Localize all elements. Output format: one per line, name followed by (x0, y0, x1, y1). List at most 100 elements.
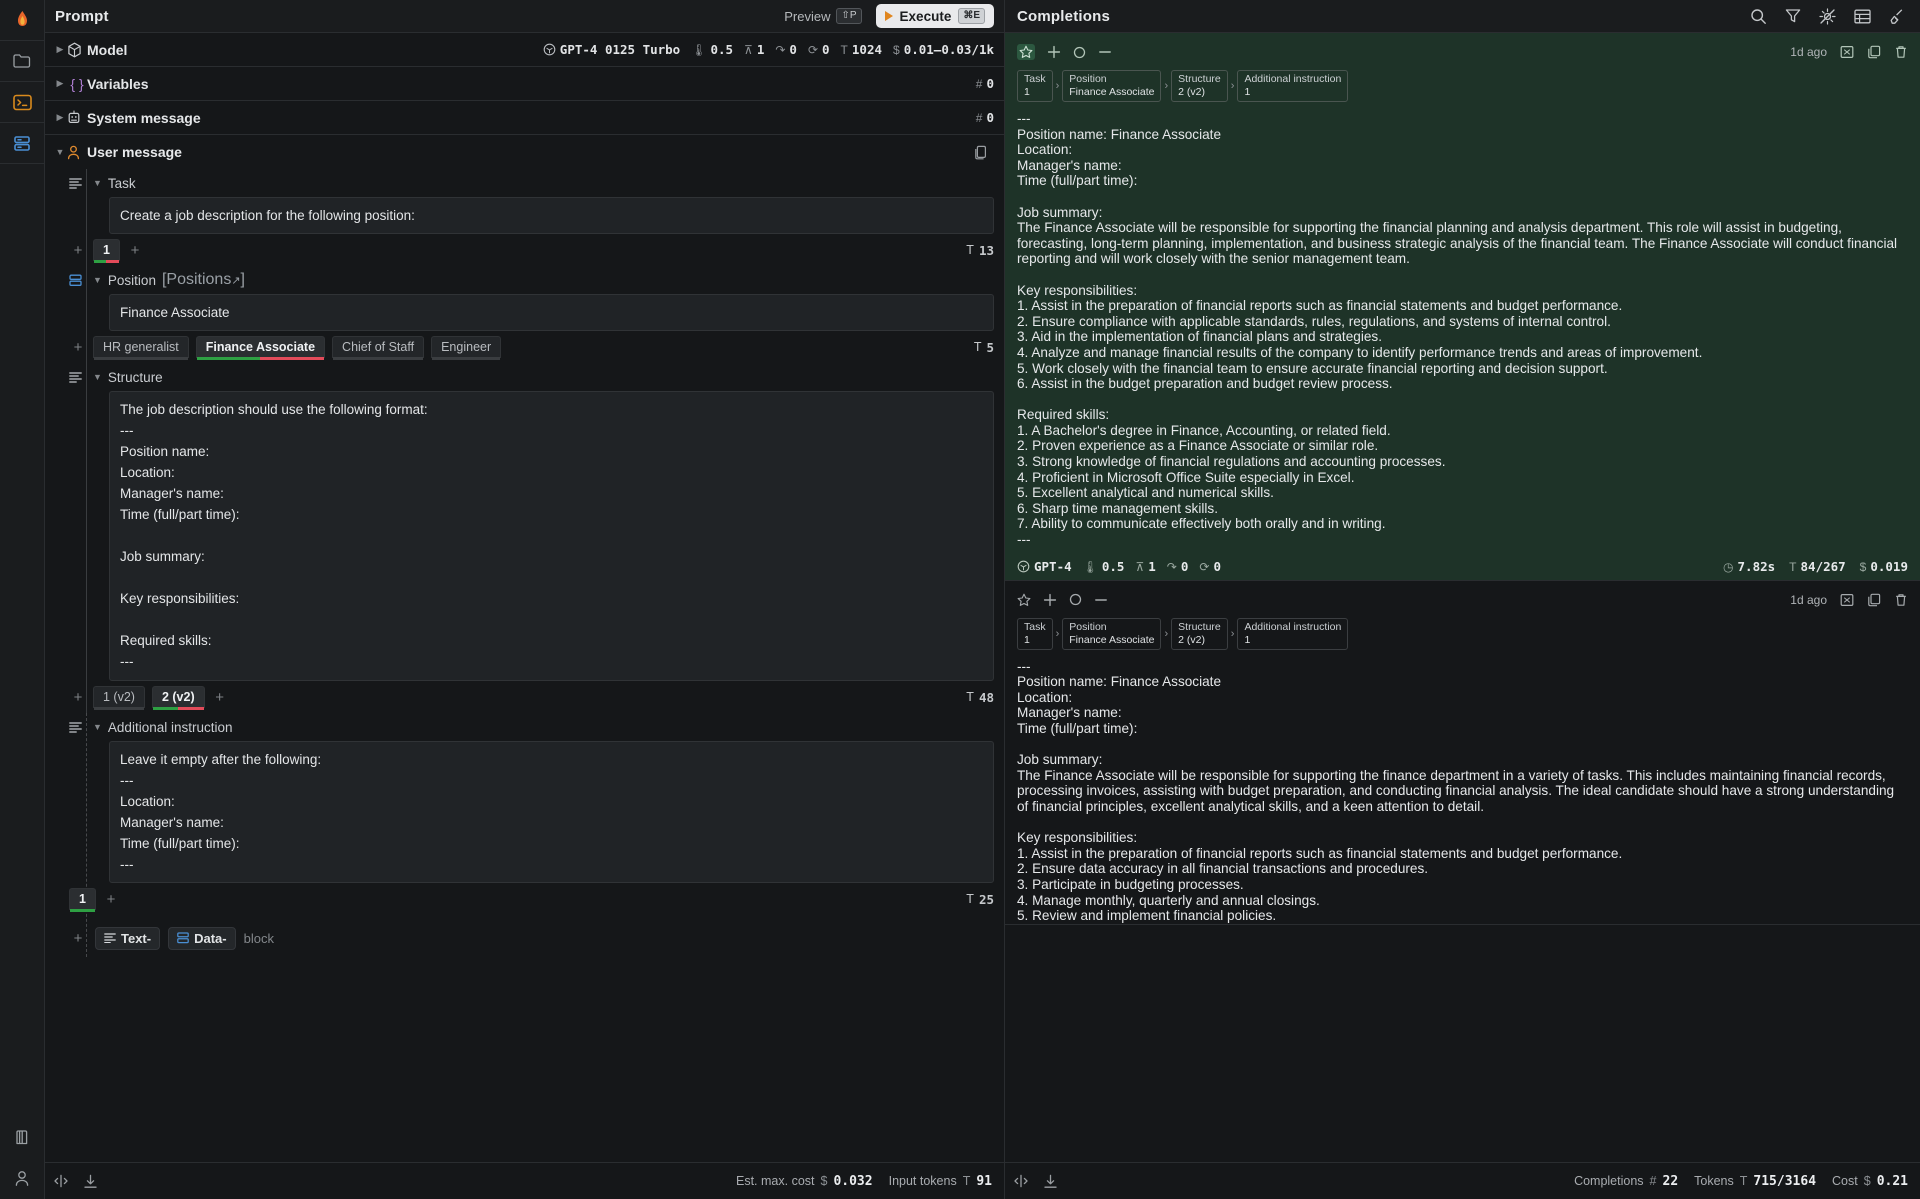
breadcrumb-additional-instruction[interactable]: Additional instruction 1 (1237, 70, 1349, 102)
add-data-block-button[interactable]: Data- (168, 926, 236, 950)
minus-icon[interactable] (1094, 593, 1108, 607)
tokens-icon: T (1739, 1174, 1748, 1188)
split-icon[interactable] (1013, 1174, 1029, 1188)
add-additional-version-button[interactable]: + (102, 891, 120, 908)
breadcrumb-structure[interactable]: Structure 2 (v2) (1171, 70, 1228, 102)
block-task-input[interactable]: Create a job description for the followi… (109, 197, 994, 234)
breadcrumb-task[interactable]: Task 1 (1017, 70, 1053, 102)
add-task-version-button[interactable]: + (126, 242, 144, 259)
chevron-right-icon[interactable]: ▶ (53, 44, 67, 55)
presence-icon: ↷ (1166, 559, 1177, 574)
metric-temperature[interactable]: 🌡 0.5 (691, 42, 733, 57)
metric-frequency-penalty[interactable]: ⟳ 0 (808, 42, 830, 57)
tab-structure-2[interactable]: 2 (v2) (151, 686, 205, 710)
chevron-down-icon[interactable]: ▼ (53, 147, 67, 157)
chevron-down-icon[interactable]: ▼ (93, 275, 102, 285)
account-button[interactable] (0, 1158, 45, 1199)
block-additional-instruction-header[interactable]: ▼ Additional instruction (69, 713, 1004, 741)
breadcrumb-position[interactable]: Position Finance Associate (1062, 70, 1162, 102)
datasets-button[interactable] (0, 123, 45, 164)
trash-icon[interactable] (1894, 45, 1908, 59)
star-icon[interactable] (1017, 593, 1031, 607)
breadcrumb-structure[interactable]: Structure 2 (v2) (1171, 617, 1228, 650)
plus-icon[interactable] (1043, 593, 1057, 607)
block-position-input[interactable]: Finance Associate (109, 294, 994, 331)
completions-header-actions (1750, 7, 1906, 25)
add-block-before-button[interactable]: + (69, 339, 87, 356)
add-structure-version-button[interactable]: + (211, 689, 229, 706)
tab-position-finance-associate[interactable]: Finance Associate (195, 336, 326, 360)
files-button[interactable] (0, 41, 45, 82)
minus-icon[interactable] (1098, 45, 1112, 59)
broom-icon[interactable] (1889, 8, 1906, 25)
block-task-header[interactable]: ▼ Task (69, 169, 1004, 197)
tab-underline (152, 707, 204, 710)
prompt-blocks: ▼ Task Create a job description for the … (45, 169, 1004, 1162)
plus-icon[interactable] (1047, 45, 1061, 59)
tab-additional-1[interactable]: 1 (69, 888, 96, 912)
console-button[interactable] (0, 82, 45, 123)
section-variables[interactable]: ▶ { } Variables # 0 (45, 67, 1004, 101)
duplicate-icon[interactable] (1867, 45, 1881, 59)
tab-task-1[interactable]: 1 (93, 239, 120, 263)
cost-icon: $ (1859, 559, 1867, 574)
duplicate-icon[interactable] (1867, 593, 1881, 607)
star-icon[interactable] (1017, 44, 1035, 60)
chevron-down-icon[interactable]: ▼ (93, 372, 102, 382)
circle-icon[interactable] (1073, 46, 1086, 59)
section-model[interactable]: ▶ Model GPT-4 0125 Turbo 🌡 0.5 ⊼ 1 ↷ 0 ⟳… (45, 33, 1004, 67)
search-icon[interactable] (1750, 8, 1767, 25)
chevron-down-icon[interactable]: ▼ (93, 722, 102, 732)
circle-icon[interactable] (1069, 593, 1082, 606)
sparkle-off-icon[interactable] (1819, 7, 1836, 25)
database-icon (13, 135, 31, 152)
tab-position-hr-generalist[interactable]: HR generalist (93, 336, 189, 360)
chevron-right-icon[interactable]: ▶ (53, 112, 67, 123)
filter-icon[interactable] (1785, 8, 1801, 24)
footer-top-p-value: 1 (1148, 559, 1156, 575)
tab-position-engineer[interactable]: Engineer (431, 336, 502, 360)
positions-dataset-link[interactable]: [Positions↗] (162, 271, 245, 289)
crumb-value: Finance Associate (1069, 633, 1155, 646)
add-block-before-button[interactable]: + (69, 689, 87, 706)
trash-icon[interactable] (1894, 593, 1908, 607)
table-icon[interactable] (1854, 9, 1871, 24)
download-icon[interactable] (1043, 1174, 1058, 1189)
variables-count-value: 0 (986, 76, 994, 91)
section-system-message[interactable]: ▶ System message # 0 (45, 101, 1004, 135)
breadcrumb-task[interactable]: Task 1 (1017, 617, 1053, 650)
section-user-message[interactable]: ▼ User message (45, 135, 1004, 169)
completions-statusbar-metrics: Completions # 22 Tokens T 715/3164 Cost … (1574, 1174, 1908, 1189)
add-block-before-button[interactable]: + (69, 242, 87, 259)
add-text-block-button[interactable]: Text- (95, 926, 161, 950)
block-position-header[interactable]: ▼ Position [Positions↗] (69, 266, 1004, 294)
execute-button[interactable]: Execute ⌘E (875, 4, 994, 28)
block-additional-instruction-input[interactable]: Leave it empty after the following: --- … (109, 741, 994, 883)
metric-model-name[interactable]: GPT-4 0125 Turbo (543, 42, 680, 57)
chevron-down-icon[interactable]: ▼ (93, 178, 102, 188)
block-structure-header[interactable]: ▼ Structure (69, 363, 1004, 391)
copy-icon[interactable] (974, 145, 994, 160)
library-button[interactable] (0, 1117, 45, 1158)
crumb-title: Additional instruction (1244, 73, 1342, 85)
metric-max-tokens[interactable]: T 1024 (841, 42, 882, 57)
tab-position-chief-of-staff[interactable]: Chief of Staff (332, 336, 425, 360)
completion-timestamp: 1d ago (1790, 45, 1827, 59)
download-icon[interactable] (83, 1174, 98, 1189)
metric-top-p[interactable]: ⊼ 1 (744, 42, 764, 57)
breadcrumb-position[interactable]: Position Finance Associate (1062, 617, 1162, 650)
tab-structure-1[interactable]: 1 (v2) (93, 686, 145, 710)
metric-presence-penalty[interactable]: ↷ 0 (775, 42, 797, 57)
split-icon[interactable] (53, 1174, 69, 1188)
chevron-right-icon: › (1230, 627, 1235, 640)
metric-price[interactable]: $ 0.01–0.03/1k (893, 42, 994, 57)
chevron-right-icon[interactable]: ▶ (53, 78, 67, 89)
export-icon[interactable] (1840, 45, 1854, 59)
app-logo[interactable] (0, 0, 45, 41)
block-structure-input[interactable]: The job description should use the follo… (109, 391, 994, 681)
add-block-button[interactable]: + (69, 930, 87, 947)
tokens-icon: T (966, 690, 974, 704)
export-icon[interactable] (1840, 593, 1854, 607)
preview-button[interactable]: Preview ⇧P (778, 5, 867, 27)
breadcrumb-additional-instruction[interactable]: Additional instruction 1 (1237, 617, 1349, 650)
